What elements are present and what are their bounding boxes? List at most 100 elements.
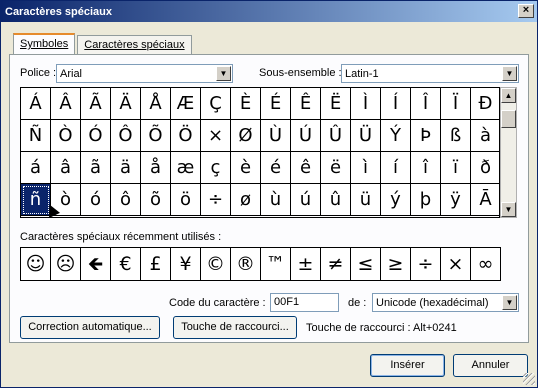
- recent-symbol-cell[interactable]: ≥: [381, 248, 411, 280]
- symbol-cell[interactable]: é: [261, 152, 291, 184]
- symbol-cell[interactable]: ß: [441, 120, 471, 152]
- symbol-cell[interactable]: Á: [21, 88, 51, 120]
- symbol-cell[interactable]: ÷: [201, 184, 231, 216]
- symbol-cell[interactable]: ë: [321, 152, 351, 184]
- symbol-cell[interactable]: Ë: [321, 88, 351, 120]
- char-code-input[interactable]: 00F1: [270, 293, 339, 312]
- recent-symbol-cell[interactable]: €: [111, 248, 141, 280]
- recent-symbol-cell[interactable]: ∞: [471, 248, 501, 280]
- symbol-cell[interactable]: ü: [351, 184, 381, 216]
- recent-symbol-cell[interactable]: 🡸: [81, 248, 111, 280]
- symbol-cell[interactable]: æ: [171, 152, 201, 184]
- recent-symbol-cell[interactable]: ≠: [321, 248, 351, 280]
- symbol-cell[interactable]: í: [381, 152, 411, 184]
- symbol-cell[interactable]: ú: [291, 184, 321, 216]
- symbol-cell[interactable]: È: [231, 88, 261, 120]
- symbol-cell[interactable]: Ý: [381, 120, 411, 152]
- recent-symbol-cell[interactable]: ¥: [171, 248, 201, 280]
- symbol-cell[interactable]: Ú: [291, 120, 321, 152]
- symbol-cell[interactable]: Î: [411, 88, 441, 120]
- symbol-cell[interactable]: å: [141, 152, 171, 184]
- chevron-down-icon[interactable]: ▼: [216, 66, 231, 81]
- symbol-cell[interactable]: Ø: [231, 120, 261, 152]
- symbol-cell[interactable]: Ã: [81, 88, 111, 120]
- symbol-cell[interactable]: þ: [411, 184, 441, 216]
- symbol-cell[interactable]: î: [411, 152, 441, 184]
- recent-symbol-cell[interactable]: ×: [441, 248, 471, 280]
- insert-button[interactable]: Insérer: [370, 354, 445, 377]
- symbol-cell[interactable]: ÿ: [441, 184, 471, 216]
- symbol-cell[interactable]: ó: [81, 184, 111, 216]
- symbol-cell[interactable]: Ä: [111, 88, 141, 120]
- chevron-down-icon[interactable]: ▼: [502, 66, 517, 81]
- symbol-cell[interactable]: ö: [171, 184, 201, 216]
- recent-symbol-cell[interactable]: ©: [201, 248, 231, 280]
- symbol-cell[interactable]: à: [471, 120, 501, 152]
- symbol-cell[interactable]: Û: [321, 120, 351, 152]
- recent-symbol-cell[interactable]: ™: [261, 248, 291, 280]
- symbol-cell[interactable]: Ï: [441, 88, 471, 120]
- symbol-cell[interactable]: Ì: [351, 88, 381, 120]
- symbol-cell[interactable]: ð: [471, 152, 501, 184]
- symbol-cell[interactable]: ø: [231, 184, 261, 216]
- symbol-cell[interactable]: Ü: [351, 120, 381, 152]
- symbol-cell[interactable]: ì: [351, 152, 381, 184]
- symbol-cell[interactable]: Æ: [171, 88, 201, 120]
- shortcut-key-button[interactable]: Touche de raccourci...: [173, 316, 297, 339]
- chevron-up-icon[interactable]: ▲: [501, 88, 516, 103]
- symbol-cell[interactable]: Â: [51, 88, 81, 120]
- symbol-cell[interactable]: Ð: [471, 88, 501, 120]
- tab-symbols[interactable]: Symboles: [13, 33, 76, 55]
- symbol-cell[interactable]: ã: [81, 152, 111, 184]
- autocorrect-button[interactable]: Correction automatique...: [20, 316, 160, 339]
- symbol-cell[interactable]: Ê: [291, 88, 321, 120]
- symbol-cell[interactable]: õ: [141, 184, 171, 216]
- chevron-down-icon[interactable]: ▼: [502, 295, 517, 310]
- recent-symbol-cell[interactable]: ☺: [21, 248, 51, 280]
- symbol-cell[interactable]: ê: [291, 152, 321, 184]
- symbol-cell[interactable]: ï: [441, 152, 471, 184]
- recent-symbol-cell[interactable]: ®: [231, 248, 261, 280]
- cancel-button[interactable]: Annuler: [453, 354, 528, 377]
- symbol-cell[interactable]: á: [21, 152, 51, 184]
- tab-special-characters[interactable]: Caractères spéciaux: [77, 35, 192, 55]
- symbol-cell[interactable]: û: [321, 184, 351, 216]
- symbol-cell[interactable]: Ô: [111, 120, 141, 152]
- symbol-cell[interactable]: Þ: [411, 120, 441, 152]
- recent-symbol-cell[interactable]: £: [141, 248, 171, 280]
- symbol-cell[interactable]: Å: [141, 88, 171, 120]
- symbol-cell[interactable]: É: [261, 88, 291, 120]
- symbol-cell[interactable]: Ù: [261, 120, 291, 152]
- from-select[interactable]: Unicode (hexadécimal) ▼: [372, 293, 519, 312]
- grid-scrollbar[interactable]: ▲ ▼: [500, 87, 517, 218]
- scroll-thumb[interactable]: [501, 110, 516, 128]
- tab-strip: Symboles Caractères spéciaux: [13, 33, 194, 55]
- recent-symbol-cell[interactable]: ≤: [351, 248, 381, 280]
- symbol-cell[interactable]: ù: [261, 184, 291, 216]
- close-button[interactable]: ×: [518, 4, 534, 18]
- symbol-cell[interactable]: ô: [111, 184, 141, 216]
- symbol-cell[interactable]: Ó: [81, 120, 111, 152]
- symbol-cell[interactable]: Í: [381, 88, 411, 120]
- subset-select[interactable]: Latin-1 ▼: [341, 64, 519, 83]
- symbol-cell[interactable]: ý: [381, 184, 411, 216]
- symbol-cell[interactable]: Õ: [141, 120, 171, 152]
- symbol-cell[interactable]: ä: [111, 152, 141, 184]
- symbol-cell[interactable]: Ç: [201, 88, 231, 120]
- symbol-cell[interactable]: ç: [201, 152, 231, 184]
- recent-symbol-cell[interactable]: ±: [291, 248, 321, 280]
- recent-symbol-cell[interactable]: ☹: [51, 248, 81, 280]
- symbol-cell[interactable]: ×: [201, 120, 231, 152]
- resize-grip-icon[interactable]: [523, 373, 535, 385]
- recent-symbol-cell[interactable]: ÷: [411, 248, 441, 280]
- symbol-cell[interactable]: è: [231, 152, 261, 184]
- symbol-cell[interactable]: Ñ: [21, 120, 51, 152]
- title-bar: Caractères spéciaux ×: [1, 1, 537, 22]
- font-label: Police :: [20, 67, 57, 79]
- symbol-cell[interactable]: â: [51, 152, 81, 184]
- font-select[interactable]: Arial ▼: [56, 64, 233, 83]
- symbol-cell[interactable]: Ā: [471, 184, 501, 216]
- symbol-cell[interactable]: Ò: [51, 120, 81, 152]
- chevron-down-icon[interactable]: ▼: [501, 202, 516, 217]
- symbol-cell[interactable]: Ö: [171, 120, 201, 152]
